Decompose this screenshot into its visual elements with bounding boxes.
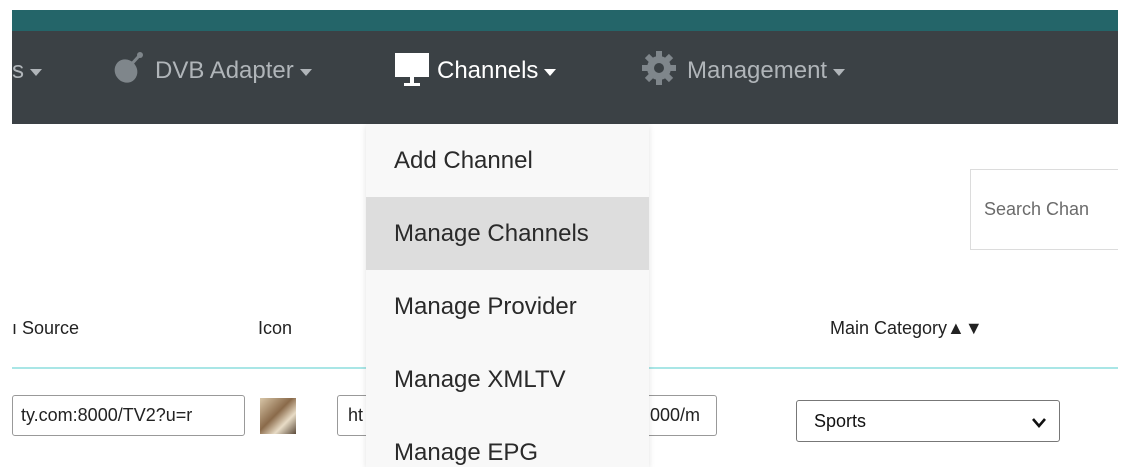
main-navbar: s DVB Adapter Channels Management: [12, 31, 1118, 124]
menu-item-manage-channels[interactable]: Manage Channels: [366, 197, 649, 270]
channels-dropdown-menu: Add Channel Manage Channels Manage Provi…: [366, 124, 649, 467]
menu-item-add-channel[interactable]: Add Channel: [366, 124, 649, 197]
chevron-down-icon: [1031, 414, 1047, 435]
menu-item-manage-xmltv[interactable]: Manage XMLTV: [366, 343, 649, 416]
main-category-select[interactable]: Sports: [796, 400, 1060, 442]
menu-item-label: Manage Provider: [394, 292, 577, 320]
epg-url-value-right: 000/m: [650, 405, 701, 425]
nav-item-label: DVB Adapter: [155, 57, 294, 84]
epg-url-value-left: ht: [348, 405, 364, 425]
column-header-source[interactable]: ı Source: [12, 318, 79, 339]
caret-down-icon: [299, 69, 312, 76]
nav-item-dvb-adapter[interactable]: DVB Adapter: [111, 31, 312, 111]
nav-item-label: Management: [687, 57, 828, 84]
menu-item-label: Add Channel: [394, 146, 533, 174]
column-header-main-category[interactable]: Main Category▲▼: [830, 318, 983, 339]
search-channels-input[interactable]: [970, 169, 1118, 250]
monitor-icon: [395, 47, 429, 96]
menu-item-label: Manage Channels: [394, 219, 589, 247]
menu-item-label: Manage EPG: [394, 438, 539, 466]
top-accent-bar: [12, 10, 1118, 31]
column-header-icon: Icon: [258, 318, 293, 338]
stream-source-input[interactable]: ty.com:8000/TV2?u=r: [12, 395, 245, 436]
nav-item-label: s: [12, 57, 24, 84]
menu-item-manage-provider[interactable]: Manage Provider: [366, 270, 649, 343]
nav-item-channels[interactable]: Channels: [395, 31, 557, 111]
gear-icon: [639, 48, 679, 95]
satellite-dish-icon: [111, 50, 147, 93]
caret-down-icon: [544, 69, 557, 76]
nav-item-management[interactable]: Management: [639, 31, 846, 111]
main-category-selected-value: Sports: [814, 410, 867, 431]
menu-item-manage-epg[interactable]: Manage EPG: [366, 416, 649, 467]
nav-item-label: Channels: [437, 57, 539, 84]
caret-down-icon: [30, 69, 42, 76]
channel-icon-thumbnail[interactable]: [260, 398, 296, 434]
stream-source-value: ty.com:8000/TV2?u=r: [21, 405, 193, 425]
caret-down-icon: [833, 69, 846, 76]
menu-item-label: Manage XMLTV: [394, 365, 566, 393]
nav-item-partial[interactable]: s: [12, 31, 42, 111]
